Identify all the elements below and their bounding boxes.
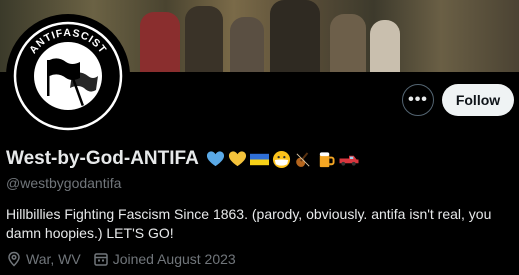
banner-figure xyxy=(230,17,264,72)
calendar-icon xyxy=(93,253,108,266)
profile-meta: War, WV Joined August 2023 xyxy=(6,251,248,267)
banner-figure xyxy=(185,6,223,72)
profile-avatar[interactable]: ANTIFASCIST ACTION xyxy=(6,14,130,138)
follow-button[interactable]: Follow xyxy=(442,84,514,116)
violin-icon xyxy=(295,151,310,167)
location-pin-icon xyxy=(8,251,20,267)
mask-face-icon xyxy=(272,150,290,168)
more-options-button[interactable]: ••• xyxy=(402,84,434,116)
banner-figure xyxy=(140,12,180,72)
display-name: West-by-God-ANTIFA xyxy=(6,148,199,169)
yellow-heart-icon xyxy=(228,150,246,166)
beer-mug-icon xyxy=(319,151,335,167)
antifa-logo-icon: ANTIFASCIST ACTION xyxy=(11,19,125,133)
banner-figure xyxy=(370,20,400,72)
profile-bio: Hillbillies Fighting Fascism Since 1863.… xyxy=(6,206,492,241)
more-options-label: ••• xyxy=(408,91,428,108)
blue-heart-icon xyxy=(206,150,224,166)
banner-figure xyxy=(270,0,320,72)
location-item: War, WV xyxy=(6,251,81,267)
profile-handle: @westbygodantifa xyxy=(6,175,122,191)
pickup-truck-icon xyxy=(339,155,359,166)
joined-text: Joined August 2023 xyxy=(112,251,236,267)
banner-figure xyxy=(330,14,366,72)
follow-button-label: Follow xyxy=(455,92,501,108)
joined-item: Joined August 2023 xyxy=(93,251,236,267)
location-text: War, WV xyxy=(26,251,81,267)
ukraine-flag-icon xyxy=(249,153,269,165)
profile-name-row: West-by-God-ANTIFA xyxy=(6,148,360,170)
